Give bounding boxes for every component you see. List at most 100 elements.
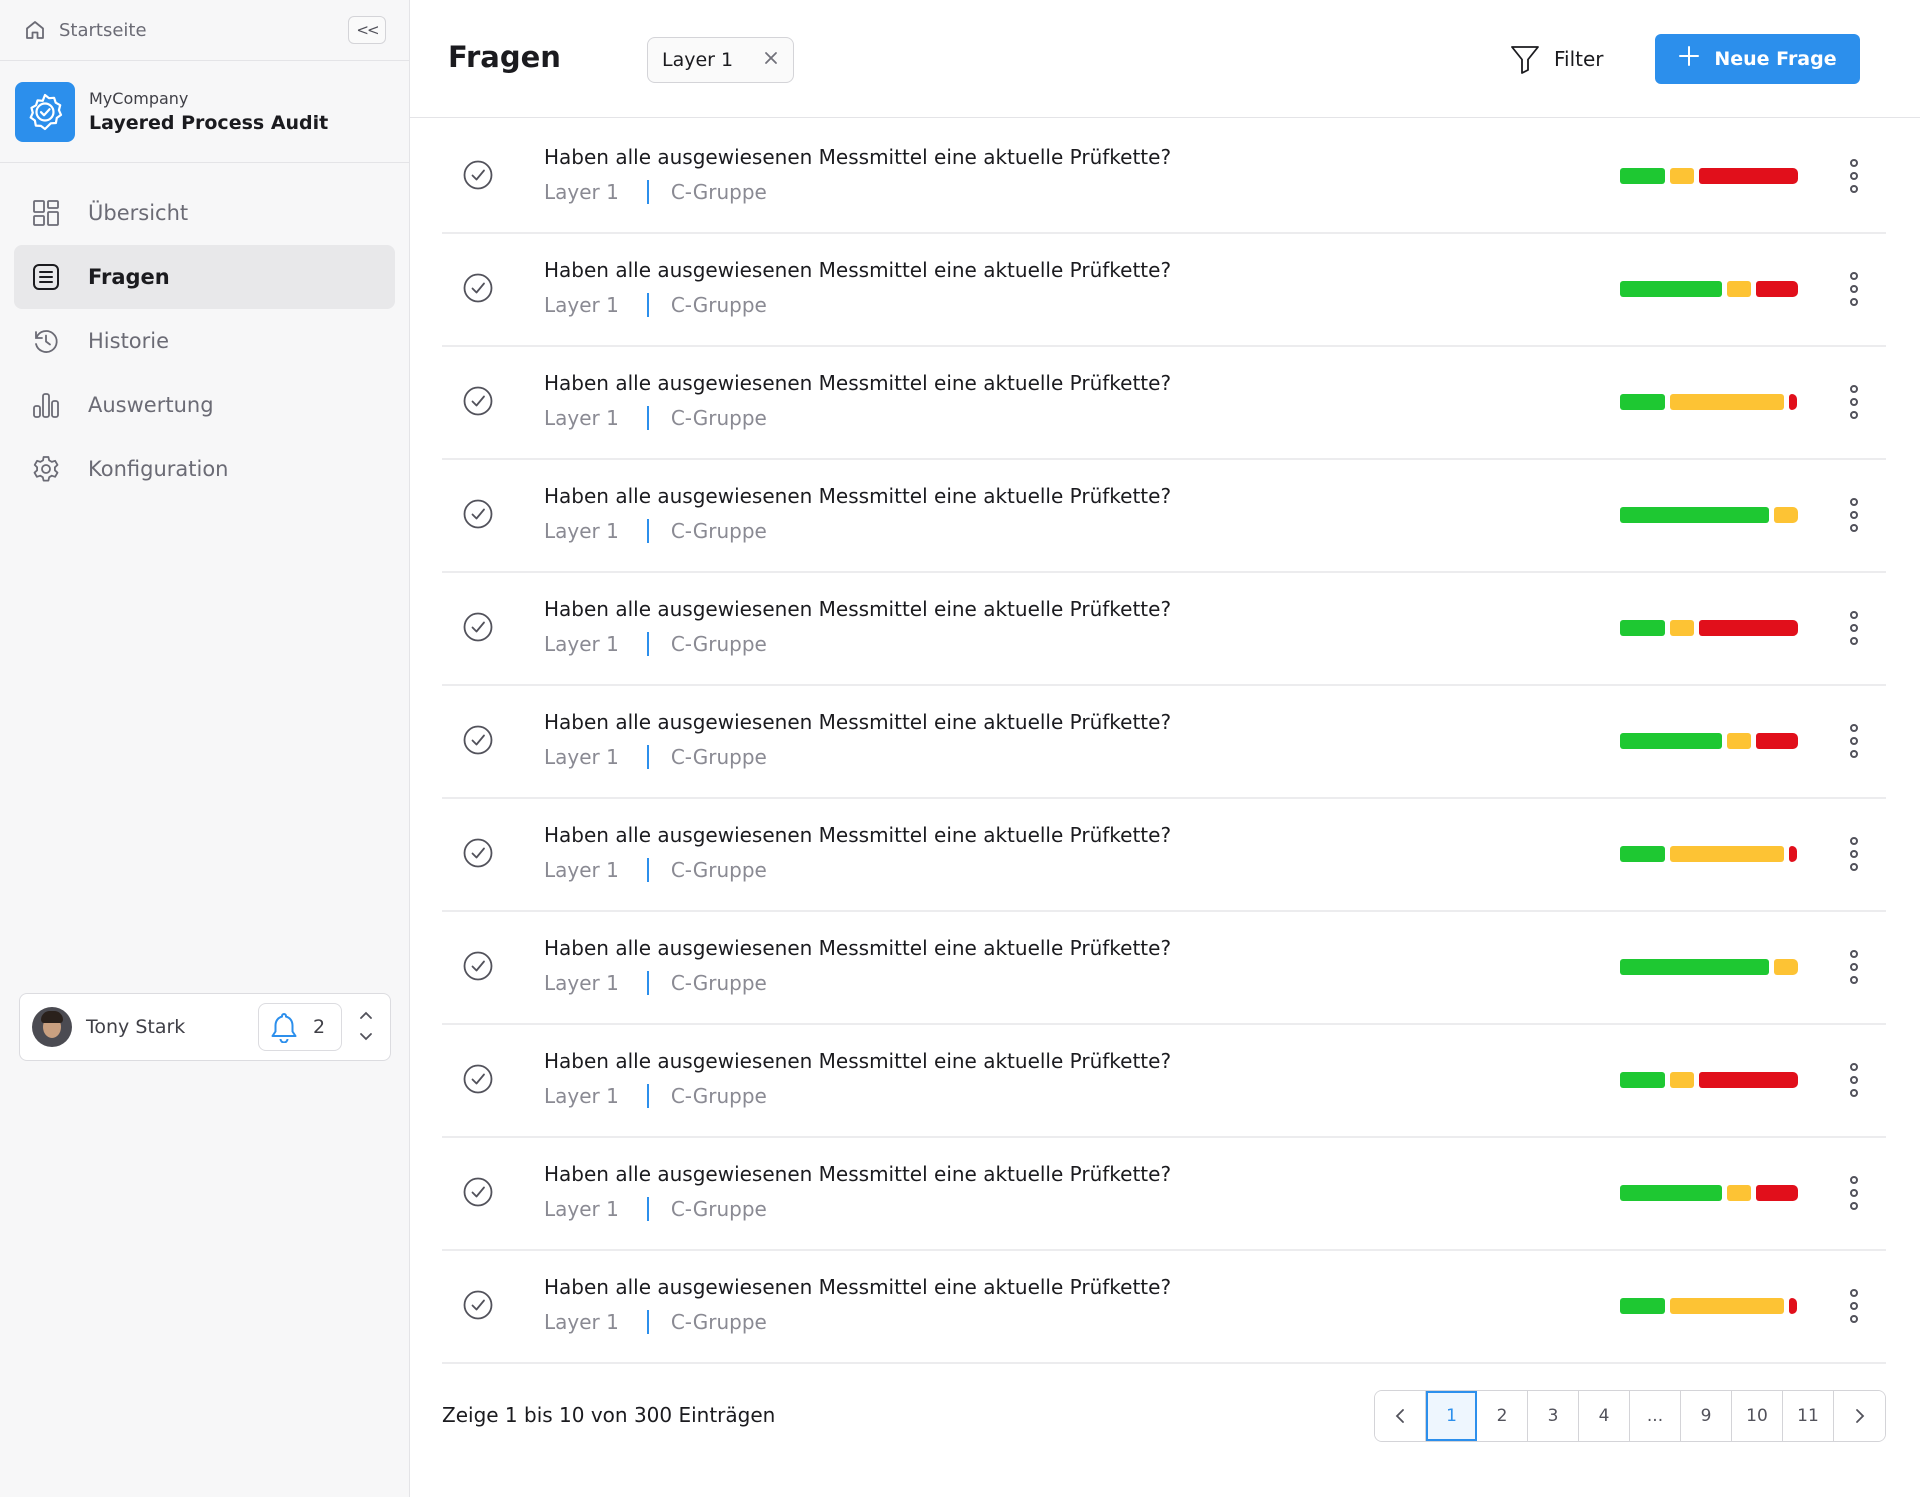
nav-item-fragen[interactable]: Fragen xyxy=(14,245,395,309)
nav-label: Konfiguration xyxy=(88,457,229,481)
app-name: Layered Process Audit xyxy=(89,112,329,134)
user-menu-toggle[interactable] xyxy=(354,1009,378,1045)
question-layer: Layer 1 xyxy=(544,1084,619,1108)
meta-divider xyxy=(646,1197,649,1221)
page-button[interactable]: 1 xyxy=(1426,1391,1477,1441)
page-button[interactable]: 3 xyxy=(1528,1391,1579,1441)
main-content: Fragen Layer 1 Filter Neue Frage Haben a… xyxy=(410,0,1920,1497)
filter-chip[interactable]: Layer 1 xyxy=(647,37,794,83)
status-bar xyxy=(1620,620,1798,636)
status-segment-yellow xyxy=(1670,394,1784,410)
company-name: MyCompany xyxy=(89,89,189,108)
status-segment-yellow xyxy=(1670,168,1694,184)
nav-item-historie[interactable]: Historie xyxy=(14,309,395,373)
check-circle-icon[interactable] xyxy=(462,837,494,869)
question-row[interactable]: Haben alle ausgewiesenen Messmittel eine… xyxy=(442,1025,1886,1138)
check-circle-icon[interactable] xyxy=(462,724,494,756)
page-button[interactable]: 11 xyxy=(1783,1391,1834,1441)
main-nav: Übersicht Fragen Historie Auswertung Kon… xyxy=(0,163,409,501)
nav-item-auswertung[interactable]: Auswertung xyxy=(14,373,395,437)
check-circle-icon[interactable] xyxy=(462,950,494,982)
status-segment-yellow xyxy=(1727,733,1751,749)
home-link[interactable]: Startseite << xyxy=(0,0,409,61)
status-segment-red xyxy=(1789,394,1797,410)
collapse-sidebar-button[interactable]: << xyxy=(348,16,386,44)
more-options-icon[interactable] xyxy=(1842,495,1866,535)
question-group: C-Gruppe xyxy=(670,1084,767,1108)
question-text: Haben alle ausgewiesenen Messmittel eine… xyxy=(544,710,1172,734)
more-options-icon[interactable] xyxy=(1842,269,1866,309)
more-options-icon[interactable] xyxy=(1842,834,1866,874)
page-button[interactable]: 4 xyxy=(1579,1391,1630,1441)
page-header: Fragen Layer 1 Filter Neue Frage xyxy=(410,0,1920,118)
more-options-icon[interactable] xyxy=(1842,608,1866,648)
question-row[interactable]: Haben alle ausgewiesenen Messmittel eine… xyxy=(442,234,1886,347)
more-options-icon[interactable] xyxy=(1842,721,1866,761)
question-layer: Layer 1 xyxy=(544,632,619,656)
question-layer: Layer 1 xyxy=(544,406,619,430)
page-button[interactable]: 10 xyxy=(1732,1391,1783,1441)
question-row[interactable]: Haben alle ausgewiesenen Messmittel eine… xyxy=(442,121,1886,234)
nav-label: Auswertung xyxy=(88,393,214,417)
filter-chip-label: Layer 1 xyxy=(662,49,734,71)
new-question-button[interactable]: Neue Frage xyxy=(1655,34,1860,84)
status-segment-yellow xyxy=(1670,620,1694,636)
user-card[interactable]: Tony Stark 2 xyxy=(19,993,391,1061)
pagination-ellipsis[interactable]: ... xyxy=(1630,1391,1681,1441)
status-segment-red xyxy=(1756,281,1798,297)
page-button[interactable]: 9 xyxy=(1681,1391,1732,1441)
question-row[interactable]: Haben alle ausgewiesenen Messmittel eine… xyxy=(442,799,1886,912)
status-segment-green xyxy=(1620,394,1665,410)
question-row[interactable]: Haben alle ausgewiesenen Messmittel eine… xyxy=(442,573,1886,686)
check-circle-icon[interactable] xyxy=(462,272,494,304)
check-circle-icon[interactable] xyxy=(462,159,494,191)
home-label: Startseite xyxy=(59,19,147,41)
list-icon xyxy=(30,261,62,293)
status-segment-yellow xyxy=(1774,507,1798,523)
status-segment-red xyxy=(1699,620,1798,636)
check-circle-icon[interactable] xyxy=(462,385,494,417)
next-page-button[interactable] xyxy=(1834,1391,1885,1441)
more-options-icon[interactable] xyxy=(1842,947,1866,987)
grid-icon xyxy=(30,197,62,229)
nav-label: Historie xyxy=(88,329,170,353)
question-row[interactable]: Haben alle ausgewiesenen Messmittel eine… xyxy=(442,686,1886,799)
question-text: Haben alle ausgewiesenen Messmittel eine… xyxy=(544,1049,1172,1073)
question-row[interactable]: Haben alle ausgewiesenen Messmittel eine… xyxy=(442,912,1886,1025)
more-options-icon[interactable] xyxy=(1842,156,1866,196)
prev-page-button[interactable] xyxy=(1375,1391,1426,1441)
history-icon xyxy=(30,325,62,357)
list-footer: Zeige 1 bis 10 von 300 Einträgen 1 2 3 4...… xyxy=(442,1390,1886,1442)
page-button[interactable]: 2 xyxy=(1477,1391,1528,1441)
check-circle-icon[interactable] xyxy=(462,1176,494,1208)
nav-item-konfiguration[interactable]: Konfiguration xyxy=(14,437,395,501)
question-text: Haben alle ausgewiesenen Messmittel eine… xyxy=(544,371,1172,395)
check-circle-icon[interactable] xyxy=(462,611,494,643)
notification-count: 2 xyxy=(313,1016,326,1038)
more-options-icon[interactable] xyxy=(1842,1060,1866,1100)
check-circle-icon[interactable] xyxy=(462,1063,494,1095)
question-row[interactable]: Haben alle ausgewiesenen Messmittel eine… xyxy=(442,347,1886,460)
check-circle-icon[interactable] xyxy=(462,498,494,530)
question-meta: Layer 1 C-Gruppe xyxy=(544,632,767,656)
more-options-icon[interactable] xyxy=(1842,1173,1866,1213)
more-options-icon[interactable] xyxy=(1842,1286,1866,1326)
filter-button[interactable]: Filter xyxy=(1510,40,1604,78)
status-bar xyxy=(1620,394,1798,410)
question-layer: Layer 1 xyxy=(544,180,619,204)
meta-divider xyxy=(646,858,649,882)
question-text: Haben alle ausgewiesenen Messmittel eine… xyxy=(544,145,1172,169)
notifications-button[interactable]: 2 xyxy=(258,1003,342,1051)
pagination: 1 2 3 4... 9 10 11 xyxy=(1374,1390,1886,1442)
check-circle-icon[interactable] xyxy=(462,1289,494,1321)
question-row[interactable]: Haben alle ausgewiesenen Messmittel eine… xyxy=(442,1138,1886,1251)
question-row[interactable]: Haben alle ausgewiesenen Messmittel eine… xyxy=(442,460,1886,573)
question-group: C-Gruppe xyxy=(670,745,767,769)
nav-item-uebersicht[interactable]: Übersicht xyxy=(14,181,395,245)
close-icon[interactable] xyxy=(763,49,779,71)
question-text: Haben alle ausgewiesenen Messmittel eine… xyxy=(544,1162,1172,1186)
question-group: C-Gruppe xyxy=(670,406,767,430)
more-options-icon[interactable] xyxy=(1842,382,1866,422)
question-row[interactable]: Haben alle ausgewiesenen Messmittel eine… xyxy=(442,1251,1886,1364)
question-group: C-Gruppe xyxy=(670,971,767,995)
